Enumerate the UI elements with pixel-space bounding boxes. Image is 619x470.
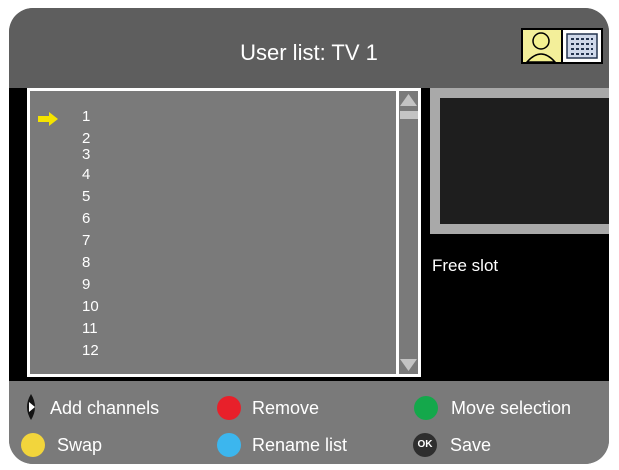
header-bar: User list: TV 1 <box>9 8 609 88</box>
red-button-icon <box>217 396 241 420</box>
channel-item[interactable]: 9 <box>82 277 90 293</box>
green-button-icon <box>414 396 438 420</box>
rename-list-label[interactable]: Rename list <box>252 434 347 456</box>
channel-item[interactable]: 12 <box>82 343 99 359</box>
page-title: User list: TV 1 <box>240 40 378 65</box>
button-legend: Add channels Remove Move selection Swap … <box>9 381 609 464</box>
main-area: 1 2 3 4 5 6 7 8 9 10 11 12 Free slot <box>9 88 609 381</box>
channel-item[interactable]: 8 <box>82 255 90 271</box>
preview-window <box>440 98 609 224</box>
add-channels-label[interactable]: Add channels <box>50 397 159 419</box>
save-label[interactable]: Save <box>450 434 491 456</box>
list-scrollbar[interactable] <box>396 91 418 374</box>
yellow-button-icon <box>21 433 45 457</box>
ok-button-icon: OK <box>413 433 437 457</box>
channel-item[interactable]: 3 <box>82 147 90 163</box>
scroll-thumb[interactable] <box>400 111 418 119</box>
channel-list-items: 1 2 3 4 5 6 7 8 9 10 11 12 <box>30 91 398 374</box>
swap-label[interactable]: Swap <box>57 434 102 456</box>
channel-item[interactable]: 5 <box>82 189 90 205</box>
right-arrow-key-icon <box>27 394 35 420</box>
yellow-arrow-icon <box>38 112 58 126</box>
tv-screen: User list: TV 1 1 2 3 4 5 6 7 8 9 10 11 … <box>9 8 609 464</box>
channel-list[interactable]: 1 2 3 4 5 6 7 8 9 10 11 12 <box>27 88 421 377</box>
scroll-up-arrow-icon[interactable] <box>399 93 418 107</box>
channel-preview <box>430 88 609 234</box>
channel-item[interactable]: 6 <box>82 211 90 227</box>
move-selection-label[interactable]: Move selection <box>451 397 571 419</box>
channel-item[interactable]: 7 <box>82 233 90 249</box>
blue-button-icon <box>217 433 241 457</box>
channel-item[interactable]: 4 <box>82 167 90 183</box>
channel-item[interactable]: 10 <box>82 299 99 315</box>
user-list-icon <box>521 28 603 64</box>
channel-item[interactable]: 2 <box>82 131 90 147</box>
remove-label[interactable]: Remove <box>252 397 319 419</box>
scroll-down-arrow-icon[interactable] <box>399 358 418 372</box>
channel-item[interactable]: 1 <box>82 109 90 125</box>
channel-item[interactable]: 11 <box>82 321 98 337</box>
preview-status: Free slot <box>432 256 499 275</box>
